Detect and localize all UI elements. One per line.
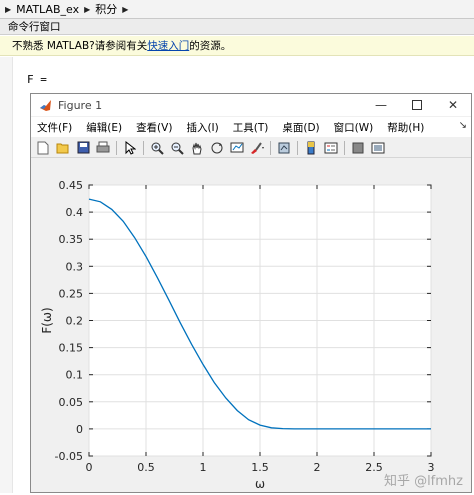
plot-area: 0 0.5 1 1.5 2 2.5 3 -0.05 0 0.05 0.1 0.15 0.2 0.25 0.3… xyxy=(31,159,471,492)
pointer-icon[interactable] xyxy=(122,140,138,156)
data-cursor-icon[interactable] xyxy=(229,140,245,156)
breadcrumb-item-jifen[interactable]: 积分 xyxy=(95,1,117,17)
figure-titlebar[interactable]: Figure 1 — ✕ xyxy=(31,94,471,116)
menu-window[interactable]: 窗口(W) xyxy=(334,120,374,135)
menu-help[interactable]: 帮助(H) xyxy=(387,120,424,135)
line-chart[interactable]: 0 0.5 1 1.5 2 2.5 3-0.0500.050.10.150.20.250.3… xyxy=(31,159,471,492)
hint-text: 不熟悉 MATLAB?请参阅有关 xyxy=(12,40,148,52)
menu-desktop[interactable]: 桌面(D) xyxy=(282,120,319,135)
close-icon[interactable]: ✕ xyxy=(435,94,471,116)
y-tick-label: 0.3 xyxy=(66,260,84,273)
y-tick-label: 0.25 xyxy=(59,287,84,300)
menu-file[interactable]: 文件(F) xyxy=(37,120,72,135)
pan-icon[interactable] xyxy=(189,140,205,156)
menu-edit[interactable]: 编辑(E) xyxy=(86,120,122,135)
link-plot-icon[interactable] xyxy=(276,140,292,156)
x-tick-label: 0.5 xyxy=(137,461,155,474)
y-tick-label: -0.05 xyxy=(55,450,83,463)
y-axis-label: F(ω) xyxy=(40,307,54,333)
hint-suffix: 的资源。 xyxy=(189,40,232,52)
y-tick-label: 0.05 xyxy=(59,396,84,409)
chevron-right-icon[interactable]: ▶ xyxy=(122,5,128,14)
toolbar-separator xyxy=(297,140,298,155)
y-tick-label: 0.45 xyxy=(59,179,84,192)
hide-plot-tools-icon[interactable] xyxy=(350,140,366,156)
minimize-icon[interactable]: — xyxy=(363,94,399,116)
zoom-out-icon[interactable] xyxy=(169,140,185,156)
y-tick-label: 0.15 xyxy=(59,342,84,355)
x-tick-label: 2 xyxy=(314,461,321,474)
save-icon[interactable] xyxy=(75,140,91,156)
toolbar-separator xyxy=(344,140,345,155)
chevron-right-icon[interactable]: ▶ xyxy=(5,5,11,14)
menu-tools[interactable]: 工具(T) xyxy=(233,120,269,135)
y-tick-label: 0.4 xyxy=(66,206,84,219)
toolbar-separator xyxy=(143,140,144,155)
dock-arrow-icon[interactable]: ↘ xyxy=(459,120,467,131)
zoom-in-icon[interactable] xyxy=(149,140,165,156)
figure-window[interactable]: Figure 1 — ✕ 文件(F) 编辑(E) 查看(V) 插入(I) 工具(… xyxy=(30,93,472,493)
brush-icon[interactable] xyxy=(249,140,265,156)
panel-title-label: 命令行窗口 xyxy=(8,21,61,33)
figure-menubar: 文件(F) 编辑(E) 查看(V) 插入(I) 工具(T) 桌面(D) 窗口(W… xyxy=(31,117,471,137)
toolbar-separator xyxy=(116,140,117,155)
figure-title: Figure 1 xyxy=(58,98,103,112)
x-tick-label: 2.5 xyxy=(365,461,383,474)
chevron-right-icon[interactable]: ▶ xyxy=(84,5,90,14)
x-tick-label: 0 xyxy=(86,461,93,474)
toolbar-separator xyxy=(270,140,271,155)
output-line: F = xyxy=(27,73,47,86)
getting-started-hint: 不熟悉 MATLAB?请参阅有关 快速入门 的资源。 xyxy=(0,36,474,56)
getting-started-link[interactable]: 快速入门 xyxy=(147,38,189,53)
y-tick-label: 0 xyxy=(76,423,83,436)
legend-icon[interactable] xyxy=(323,140,339,156)
breadcrumb-item-matlab-ex[interactable]: MATLAB_ex xyxy=(16,3,79,16)
y-tick-label: 0.35 xyxy=(59,233,84,246)
show-plot-tools-icon[interactable] xyxy=(370,140,386,156)
rotate-icon[interactable] xyxy=(209,140,225,156)
breadcrumb: ▶ MATLAB_ex ▶ 积分 ▶ xyxy=(0,0,474,19)
x-tick-label: 3 xyxy=(428,461,435,474)
y-tick-label: 0.1 xyxy=(66,369,84,382)
x-tick-label: 1 xyxy=(200,461,207,474)
menu-insert[interactable]: 插入(I) xyxy=(186,120,218,135)
matlab-logo-icon xyxy=(40,99,51,111)
open-icon[interactable] xyxy=(55,140,71,156)
colorbar-icon[interactable] xyxy=(303,140,319,156)
watermark: 知乎 @lfmhz xyxy=(384,473,463,489)
x-tick-label: 1.5 xyxy=(251,461,269,474)
command-window-title: 命令行窗口 xyxy=(0,19,474,35)
new-file-icon[interactable] xyxy=(35,140,51,156)
menu-view[interactable]: 查看(V) xyxy=(136,120,172,135)
maximize-icon[interactable] xyxy=(399,94,435,116)
window-controls: — ✕ xyxy=(363,94,471,116)
y-tick-label: 0.2 xyxy=(66,315,84,328)
figure-toolbar xyxy=(31,138,471,158)
print-icon[interactable] xyxy=(95,140,111,156)
x-axis-label: ω xyxy=(255,477,265,491)
command-gutter xyxy=(0,57,13,493)
